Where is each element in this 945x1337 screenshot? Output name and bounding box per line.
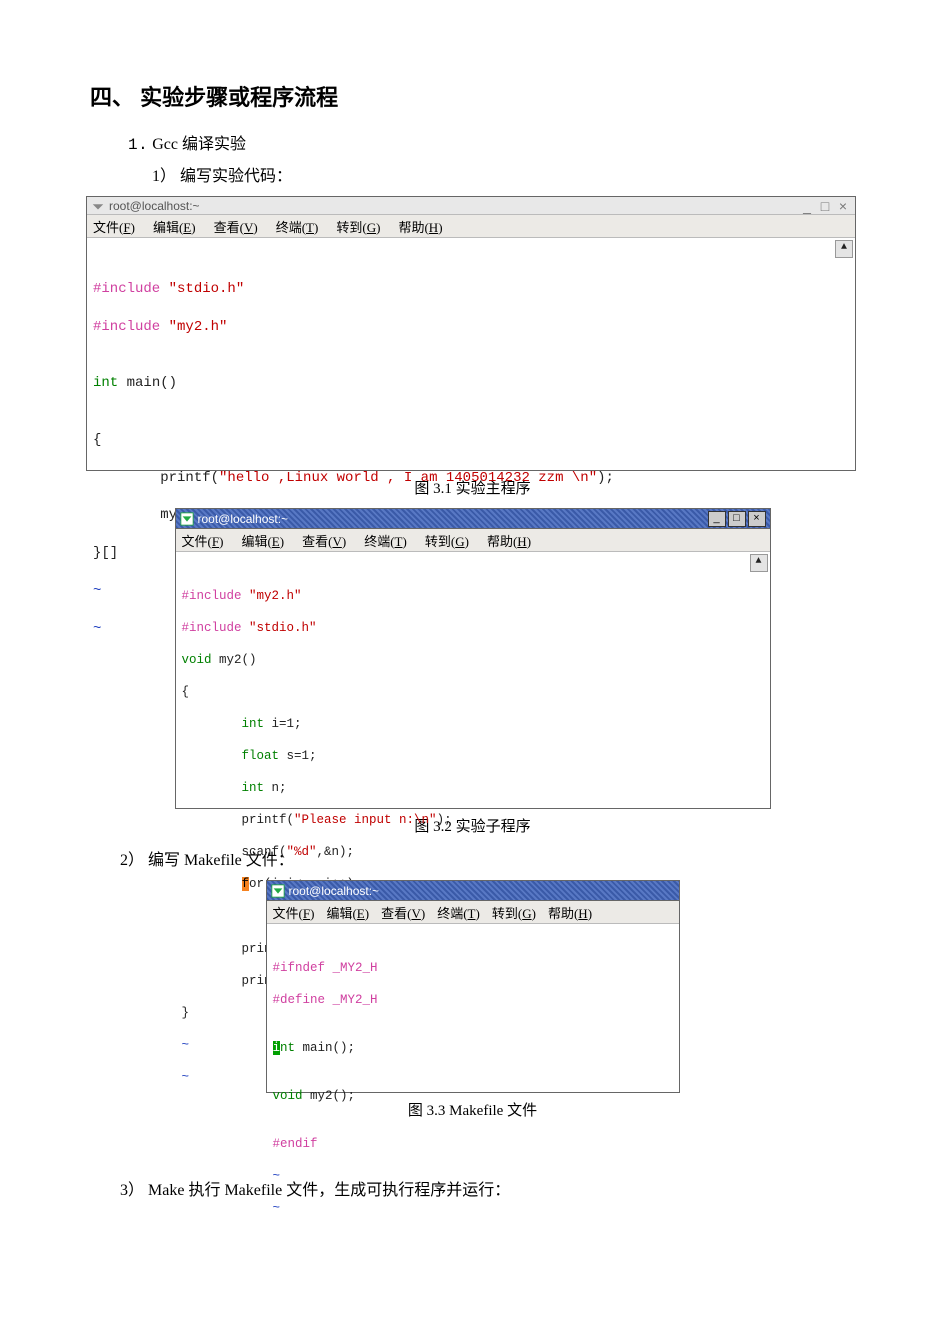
app-icon (91, 199, 105, 213)
menu-terminal[interactable]: 终端(T) (437, 903, 480, 922)
menu-edit[interactable]: 编辑(E) (153, 217, 196, 236)
menu-help[interactable]: 帮助(H) (487, 531, 531, 550)
list-item-1-1: 1） 编写实验代码： (152, 162, 855, 186)
window-title: root@localhost:~ (289, 884, 380, 898)
window-buttons: _ □ × (708, 511, 766, 527)
minimize-button[interactable]: _ (799, 199, 815, 213)
menu-file[interactable]: 文件(F) (182, 531, 224, 550)
window-title: root@localhost:~ (198, 512, 289, 526)
terminal-window-2: root@localhost:~ _ □ × 文件(F) 编辑(E) 查看(V)… (175, 508, 771, 809)
editor-area[interactable]: ▲ #include "stdio.h" #include "my2.h" in… (87, 238, 855, 470)
scroll-up-button[interactable]: ▲ (835, 240, 853, 258)
app-icon (271, 884, 285, 898)
maximize-button[interactable]: □ (817, 199, 833, 213)
editor-area[interactable]: ▲ #include "my2.h" #include "stdio.h" vo… (176, 552, 770, 808)
menu-terminal[interactable]: 终端(T) (364, 531, 407, 550)
section-heading: 四、 实验步骤或程序流程 (90, 80, 855, 112)
menu-file[interactable]: 文件(F) (273, 903, 315, 922)
menu-goto[interactable]: 转到(G) (492, 903, 536, 922)
menu-edit[interactable]: 编辑(E) (326, 903, 369, 922)
menu-help[interactable]: 帮助(H) (548, 903, 592, 922)
maximize-button[interactable]: □ (728, 511, 746, 527)
scroll-up-button[interactable]: ▲ (750, 554, 768, 572)
menu-bar: 文件(F) 编辑(E) 查看(V) 终端(T) 转到(G) 帮助(H) (267, 901, 679, 924)
menu-bar: 文件(F) 编辑(E) 查看(V) 终端(T) 转到(G) 帮助(H) (87, 215, 855, 238)
editor-area[interactable]: #ifndef _MY2_H #define _MY2_H int main()… (267, 924, 679, 1092)
title-bar[interactable]: root@localhost:~ _ □ × (87, 197, 855, 215)
window-title: root@localhost:~ (109, 199, 200, 213)
list-num: 1） (152, 168, 176, 185)
window-buttons: _ □ × (799, 199, 851, 213)
menu-view[interactable]: 查看(V) (302, 531, 346, 550)
terminal-window-3: root@localhost:~ 文件(F) 编辑(E) 查看(V) 终端(T)… (266, 880, 680, 1093)
menu-edit[interactable]: 编辑(E) (241, 531, 284, 550)
menu-goto[interactable]: 转到(G) (336, 217, 380, 236)
menu-view[interactable]: 查看(V) (381, 903, 425, 922)
list-text: 编写实验代码： (176, 168, 292, 185)
terminal-window-1: root@localhost:~ _ □ × 文件(F) 编辑(E) 查看(V)… (86, 196, 856, 471)
list-text: Gcc 编译实验 (152, 136, 246, 153)
title-bar[interactable]: root@localhost:~ (267, 881, 679, 901)
app-icon (180, 512, 194, 526)
list-num: 2） (120, 852, 144, 869)
minimize-button[interactable]: _ (708, 511, 726, 527)
menu-view[interactable]: 查看(V) (214, 217, 258, 236)
list-item-1: 1. Gcc 编译实验 (128, 130, 855, 154)
list-num: 1. (128, 136, 148, 154)
close-button[interactable]: × (748, 511, 766, 527)
title-bar[interactable]: root@localhost:~ _ □ × (176, 509, 770, 529)
list-num: 3） (120, 1182, 144, 1199)
menu-help[interactable]: 帮助(H) (398, 217, 442, 236)
menu-file[interactable]: 文件(F) (93, 217, 135, 236)
menu-goto[interactable]: 转到(G) (425, 531, 469, 550)
menu-terminal[interactable]: 终端(T) (276, 217, 319, 236)
menu-bar: 文件(F) 编辑(E) 查看(V) 终端(T) 转到(G) 帮助(H) (176, 529, 770, 552)
close-button[interactable]: × (835, 199, 851, 213)
